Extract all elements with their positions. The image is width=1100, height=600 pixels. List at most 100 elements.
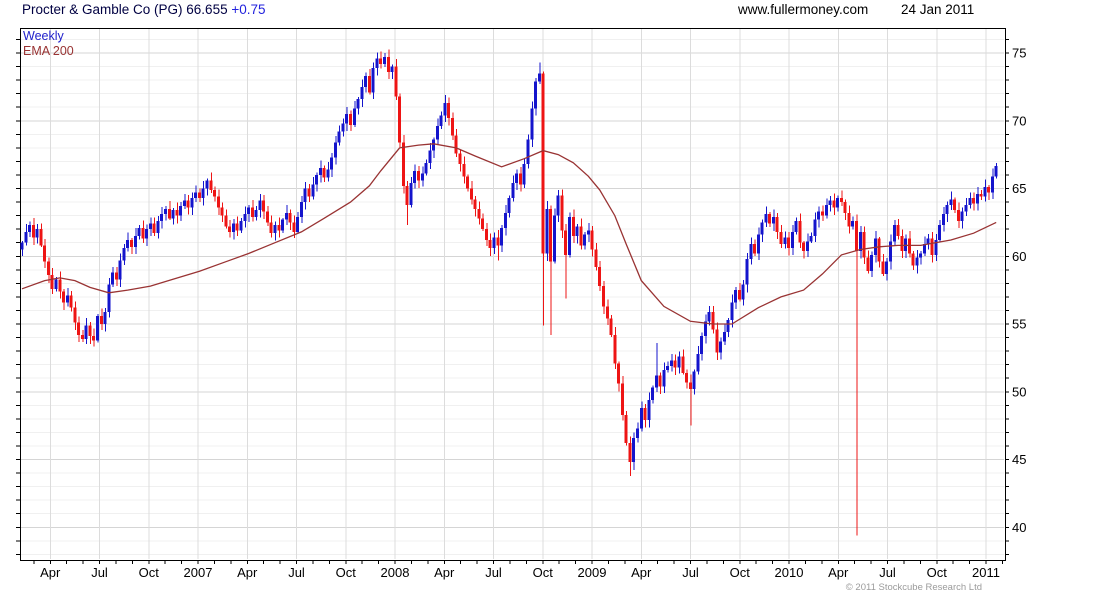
- candle-body: [111, 272, 115, 285]
- candle-body: [103, 311, 107, 324]
- candle-body: [88, 325, 92, 337]
- candle-body: [349, 113, 353, 125]
- candle-body: [416, 170, 420, 181]
- candle-body: [371, 67, 375, 93]
- candle-body: [352, 108, 356, 125]
- candle-body: [20, 242, 24, 250]
- candle-body: [794, 221, 798, 232]
- candle-body: [507, 197, 511, 213]
- candle-body: [69, 295, 73, 308]
- candle-body: [673, 360, 677, 368]
- candle-body: [828, 200, 832, 205]
- candle-body: [987, 187, 991, 193]
- x-axis-label: 2010: [775, 565, 804, 580]
- x-axis-label: Oct: [139, 565, 160, 580]
- candle-body: [960, 211, 964, 222]
- candle-body: [579, 226, 583, 246]
- candle-body: [594, 249, 598, 268]
- candle-body: [292, 222, 296, 232]
- candle-body: [375, 58, 379, 68]
- candle-body: [802, 242, 806, 251]
- candle-body: [492, 237, 496, 249]
- candle-body: [919, 253, 923, 258]
- candle-body: [722, 332, 726, 342]
- x-axis-label: Oct: [533, 565, 554, 580]
- candle-body: [454, 135, 458, 154]
- candle-body: [915, 257, 919, 266]
- candle-body: [545, 208, 549, 254]
- candle-body: [768, 214, 772, 224]
- candle-body: [24, 231, 28, 243]
- candle-body: [213, 189, 217, 197]
- candle-body: [118, 260, 122, 280]
- candle-body: [696, 353, 700, 372]
- candle-body: [77, 322, 81, 335]
- candle-body: [250, 207, 254, 217]
- candle-body: [628, 443, 632, 463]
- candle-body: [307, 188, 311, 197]
- candle-body: [753, 244, 757, 254]
- candle-body: [258, 200, 262, 211]
- candle-body: [488, 239, 492, 249]
- candle-body: [658, 375, 662, 387]
- candle-body: [930, 238, 934, 255]
- candle-body: [43, 245, 47, 262]
- candle-body: [46, 261, 50, 276]
- candle-body: [137, 227, 141, 236]
- candle-body: [666, 366, 670, 371]
- candle-body: [885, 261, 889, 274]
- candle-body: [182, 200, 186, 207]
- candle-body: [269, 222, 273, 234]
- candle-body: [836, 197, 840, 208]
- candle-body: [979, 193, 983, 197]
- candle-body: [972, 197, 976, 204]
- x-axis-label: Apr: [237, 565, 258, 580]
- x-axis-label: Jul: [485, 565, 502, 580]
- candle-body: [92, 336, 96, 341]
- candle-body: [114, 272, 118, 280]
- candle-body: [953, 199, 957, 211]
- candle-body: [620, 383, 624, 415]
- y-axis-label: 55: [1012, 317, 1026, 332]
- candle-body: [224, 215, 228, 227]
- fullermoney-chart-page: 75 70 65 60 55 50 45 40 Apr Jul Oct 2007 Apr Jul Oct 20…: [0, 0, 1100, 600]
- candle-body: [798, 221, 802, 243]
- candle-body: [281, 219, 285, 231]
- candle-body: [481, 218, 485, 230]
- candle-body: [420, 173, 424, 181]
- candle-body: [80, 334, 84, 339]
- candle-body: [685, 372, 689, 383]
- candle-body: [518, 173, 522, 185]
- candle-body: [96, 315, 100, 341]
- candle-body: [681, 356, 685, 373]
- price-change: +0.75: [231, 2, 266, 17]
- candle-body: [503, 212, 507, 228]
- candle-body: [839, 197, 843, 203]
- candle-body: [145, 229, 149, 239]
- candle-body: [669, 360, 673, 367]
- candle-body: [288, 212, 292, 223]
- candle-body: [254, 210, 258, 217]
- candle-body: [741, 284, 745, 300]
- candle-body: [866, 257, 870, 272]
- candle-body: [500, 227, 504, 246]
- candle-body: [99, 315, 103, 324]
- candle-body: [220, 207, 224, 216]
- candle-body: [575, 226, 579, 236]
- candle-body: [231, 223, 235, 232]
- candle-body: [662, 370, 666, 387]
- candle-body: [360, 86, 364, 100]
- candle-body: [284, 212, 288, 220]
- candle-body: [730, 302, 734, 320]
- candle-body: [413, 170, 417, 184]
- candle-body: [541, 73, 545, 254]
- candle-body: [715, 329, 719, 353]
- candle-body: [613, 334, 617, 364]
- candle-body: [707, 311, 711, 322]
- y-axis-label: 60: [1012, 249, 1026, 264]
- candle-body: [122, 248, 126, 261]
- x-axis-label: 2009: [578, 565, 607, 580]
- candle-body: [175, 210, 179, 216]
- candle-body: [167, 208, 171, 219]
- candle-body: [983, 187, 987, 197]
